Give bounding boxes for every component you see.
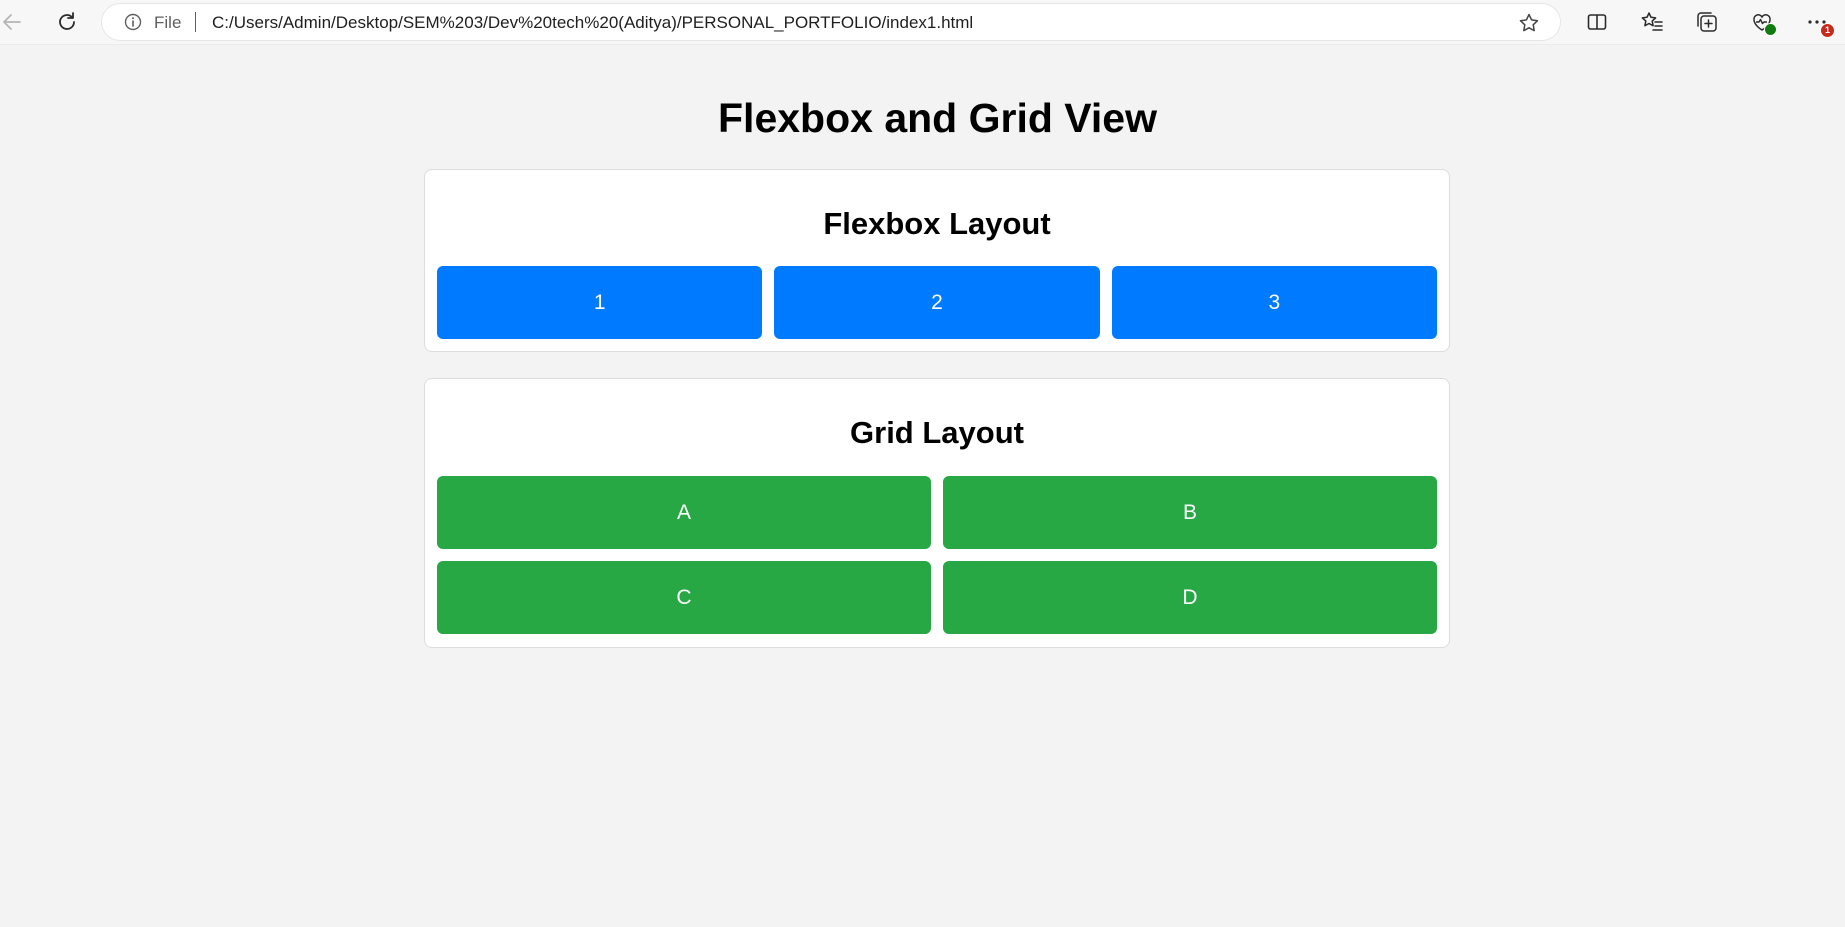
grid-item-b: B	[943, 476, 1437, 549]
split-screen-icon[interactable]	[1585, 10, 1609, 34]
grid-item-a: A	[437, 476, 931, 549]
flexbox-heading: Flexbox Layout	[823, 206, 1051, 241]
address-bar[interactable]: File C:/Users/Admin/Desktop/SEM%203/Dev%…	[102, 4, 1560, 40]
refresh-icon[interactable]	[55, 10, 79, 34]
flex-item-2: 2	[774, 266, 1100, 339]
grid-container: A B C D	[437, 476, 1437, 634]
grid-item-d: D	[943, 561, 1437, 634]
flexbox-card: Flexbox Layout 1 2 3	[424, 169, 1450, 352]
more-menu-icon[interactable]: 1	[1805, 10, 1835, 38]
address-separator	[195, 12, 196, 32]
url-text[interactable]: C:/Users/Admin/Desktop/SEM%203/Dev%20tec…	[212, 13, 973, 33]
flex-item-1: 1	[437, 266, 763, 339]
grid-heading: Grid Layout	[850, 415, 1024, 450]
grid-item-c: C	[437, 561, 931, 634]
browser-essentials-icon[interactable]	[1750, 10, 1777, 36]
flex-item-3: 3	[1111, 266, 1437, 339]
collections-icon[interactable]	[1695, 10, 1719, 34]
notification-badge: 1	[1820, 23, 1835, 38]
status-check-badge	[1764, 23, 1777, 36]
grid-card: Grid Layout A B C D	[424, 378, 1450, 648]
flexbox-container: 1 2 3	[437, 266, 1437, 339]
back-icon[interactable]	[0, 10, 24, 34]
favorite-star-icon[interactable]	[1518, 12, 1540, 34]
browser-toolbar: File C:/Users/Admin/Desktop/SEM%203/Dev%…	[0, 0, 1845, 45]
info-icon[interactable]	[124, 13, 142, 31]
scheme-label: File	[154, 13, 182, 32]
favorites-icon[interactable]	[1640, 10, 1664, 34]
page-title: Flexbox and Grid View	[718, 95, 1157, 141]
